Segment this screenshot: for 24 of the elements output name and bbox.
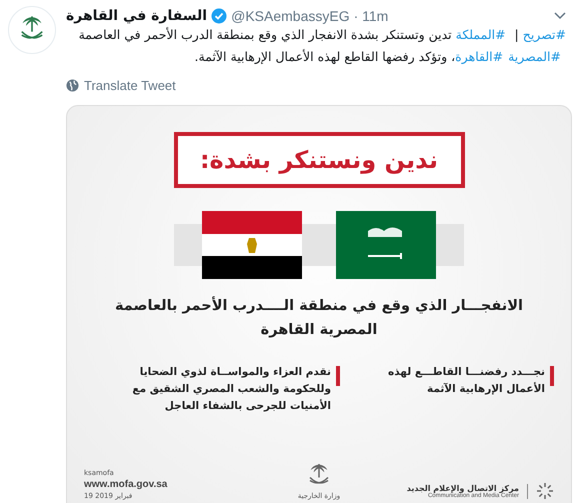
avatar[interactable] — [8, 6, 56, 54]
statement-graphic[interactable] — [66, 105, 572, 503]
author-name[interactable]: السفارة في القاهرة — [66, 8, 208, 24]
egypt-flag-icon — [202, 211, 302, 279]
headline-banner: ندين ونستنكر بشدة: — [174, 132, 464, 188]
hashtag-link[interactable]: #القاهرة — [455, 49, 504, 64]
saudi-flag-icon — [336, 211, 436, 279]
tweet-time[interactable]: · 11m — [354, 8, 388, 24]
website-text: www.mofa.gov.sa — [84, 479, 168, 490]
tweet-text: #تصريح | #المملكة تدين وتستنكر بشدة الانفجار الذي وقع بمنطقة الدرب الأحمر في العاصمة #المصرية #القاهرة، وتؤكد رفضها القاطع لهذه الأعمال الإرهابية الآثمة. — [78, 26, 566, 66]
hashtag-link[interactable]: #المملكة — [456, 27, 506, 42]
hashtag-link[interactable]: #المصرية — [508, 49, 561, 64]
center-name: مركز الاتصال والإعلام الجديد — [406, 484, 519, 492]
hashtag-link[interactable]: #تصريح — [522, 27, 566, 42]
translate-link[interactable]: Translate Tweet — [66, 78, 176, 93]
subtitle-text: الانفجـــار الذي وقع في منطقة الــــدرب الأحمر بالعاصمة المصرية القاهرة — [115, 295, 523, 340]
sunburst-icon — [536, 482, 554, 500]
statement-text: نجـــدد رفضنـــا القاطـــع لهذه الأعمال الإرهابية الآثمة — [387, 365, 545, 397]
statement-text: نقدم العزاء والمواســاة لذوي الضحايا وللحكومة والشعب المصري الشقيق مع الأمنيات للجرحى بالشفاء العاجل — [131, 365, 331, 414]
author-handle[interactable]: @KSAembassyEG — [231, 8, 350, 24]
accent-bar — [550, 366, 554, 386]
accent-bar — [336, 366, 340, 386]
chevron-down-icon[interactable] — [554, 12, 566, 20]
globe-icon — [66, 79, 79, 92]
